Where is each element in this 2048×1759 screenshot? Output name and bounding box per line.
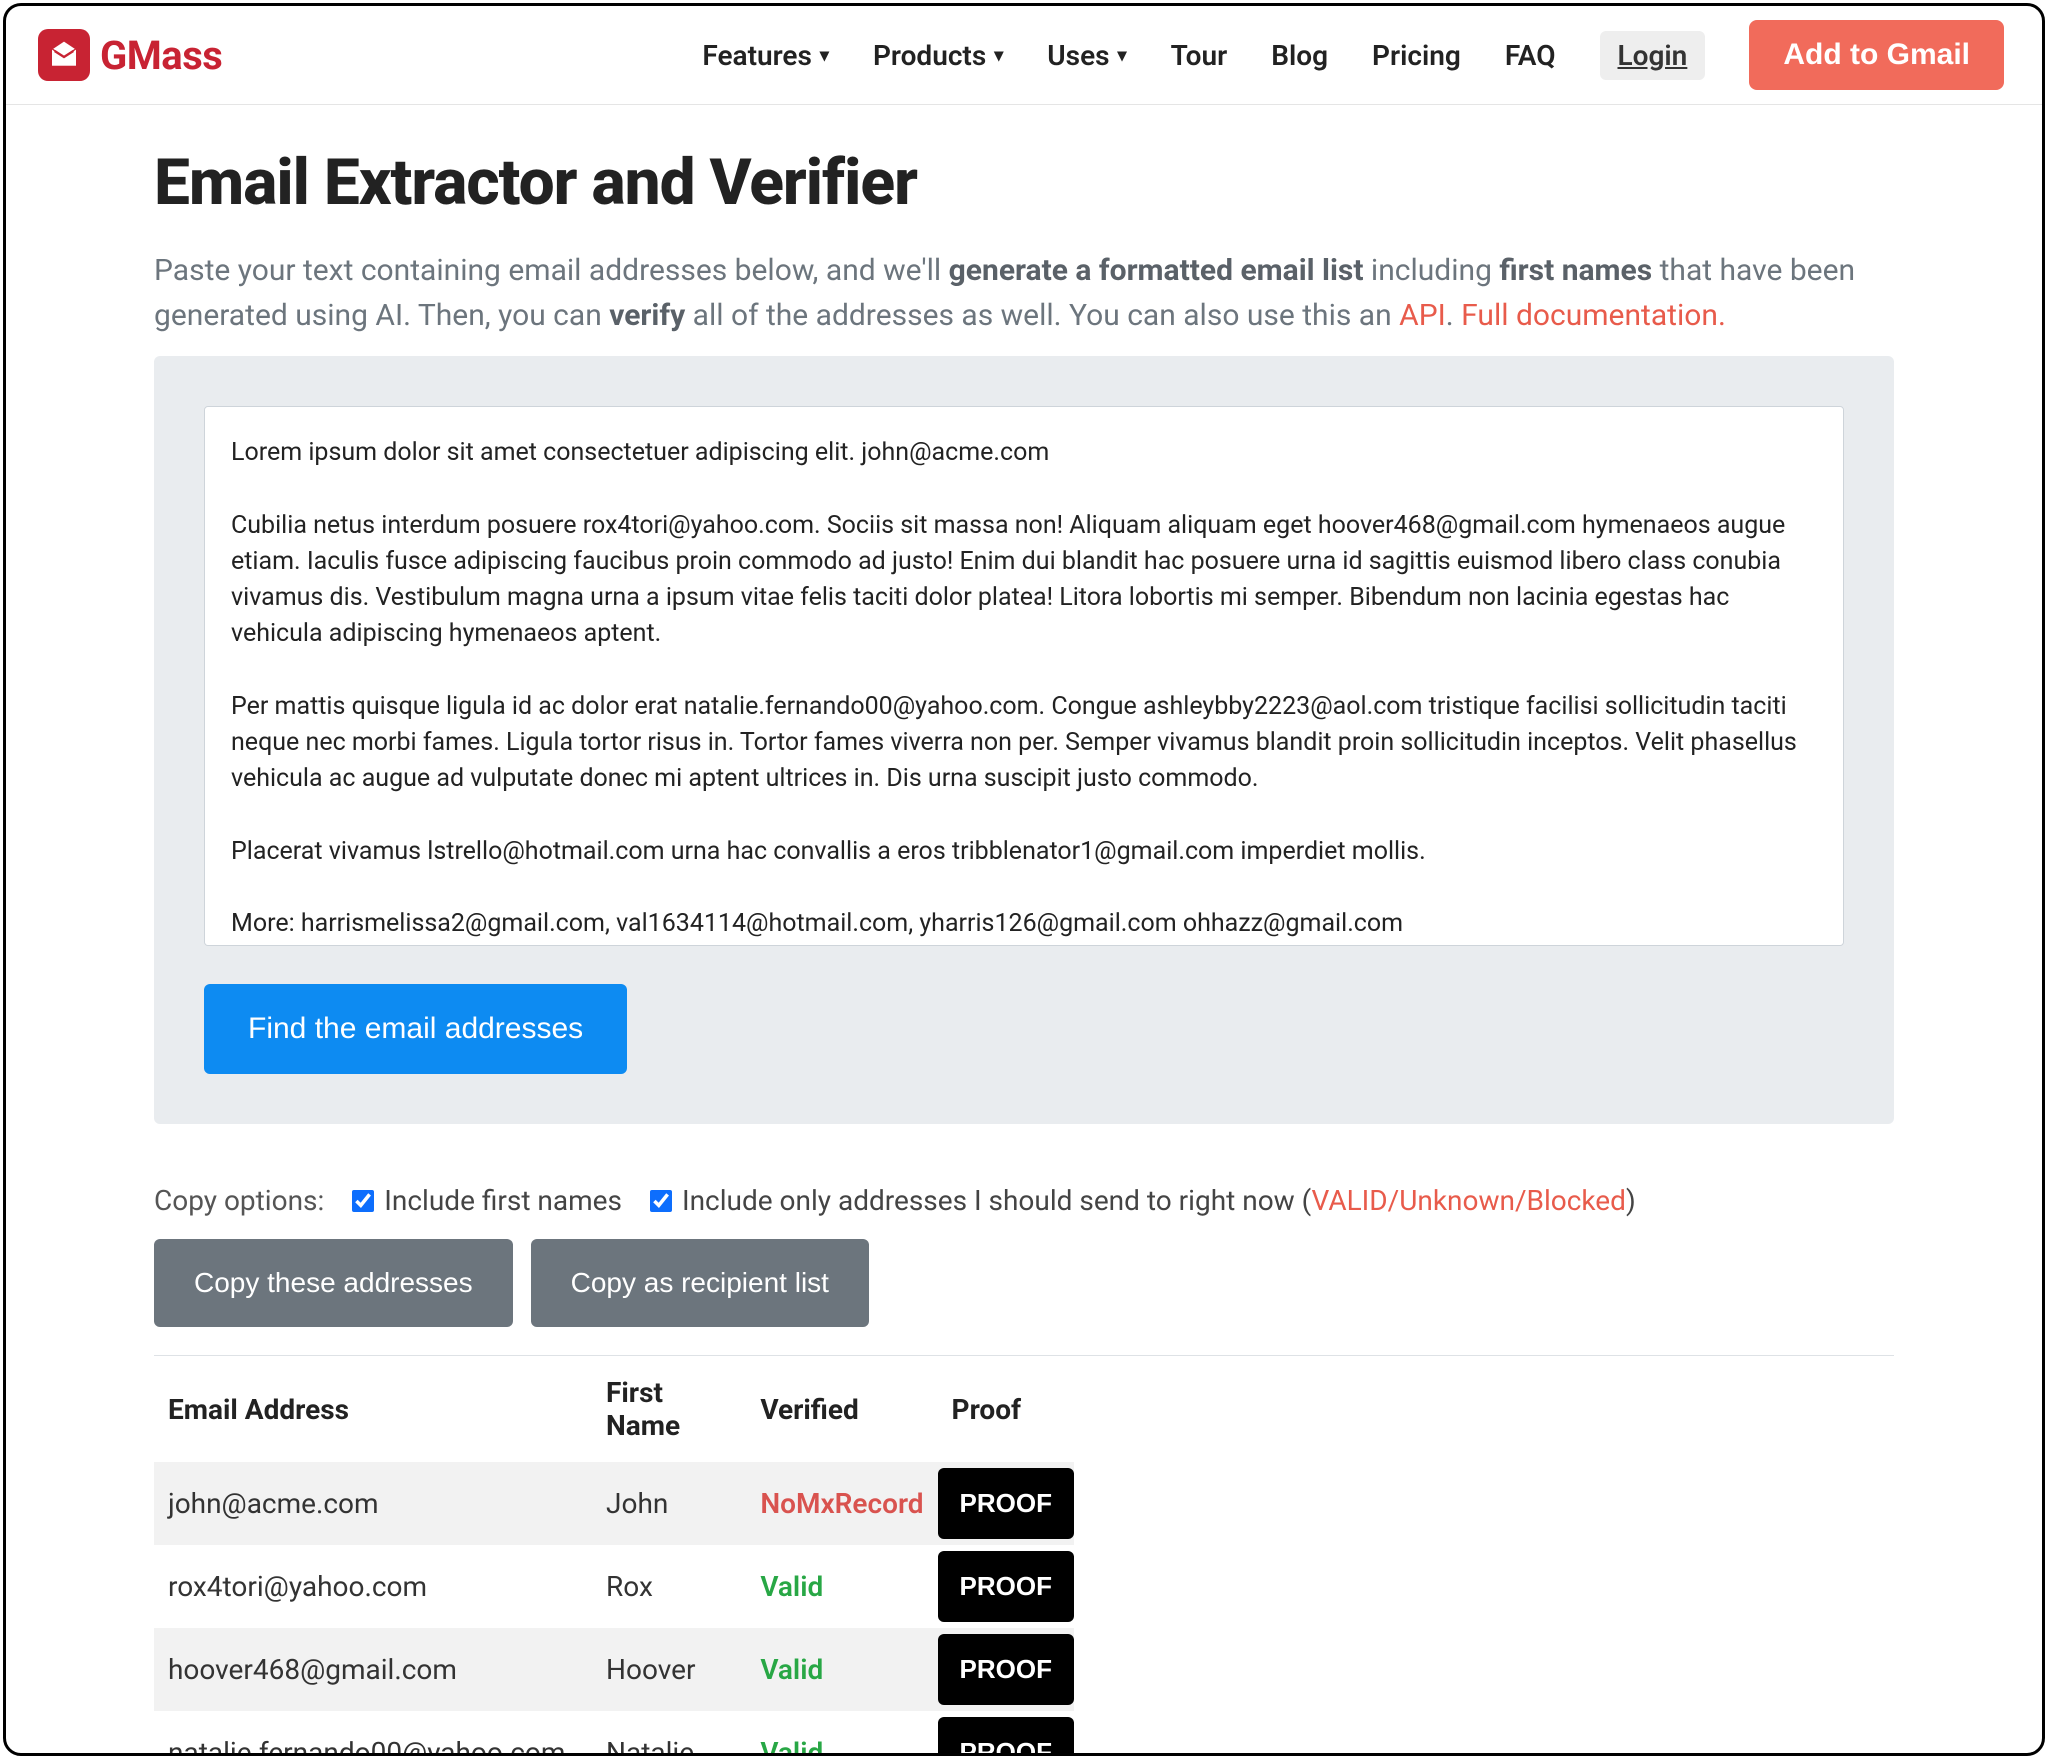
- add-to-gmail-button[interactable]: Add to Gmail: [1749, 20, 2004, 90]
- nav-label: Uses: [1047, 39, 1109, 72]
- proof-button[interactable]: PROOF: [938, 1468, 1074, 1539]
- nav-label: Products: [873, 39, 986, 72]
- cell-email: hoover468@gmail.com: [154, 1628, 592, 1711]
- nav-blog[interactable]: Blog: [1271, 39, 1328, 72]
- cell-first-name: Natalie: [592, 1711, 746, 1756]
- intro-part: Paste your text containing email address…: [154, 253, 949, 288]
- api-link[interactable]: API: [1399, 298, 1446, 333]
- proof-button[interactable]: PROOF: [938, 1634, 1074, 1705]
- intro-bold: first names: [1499, 253, 1652, 288]
- chevron-down-icon: ▾: [1118, 45, 1127, 66]
- include-first-names-option[interactable]: Include first names: [352, 1184, 622, 1217]
- logo[interactable]: GMass: [38, 29, 222, 81]
- text-input[interactable]: [204, 406, 1844, 946]
- page-title: Email Extractor and Verifier: [154, 145, 1894, 220]
- intro-text: Paste your text containing email address…: [154, 248, 1894, 338]
- find-addresses-button[interactable]: Find the email addresses: [204, 984, 627, 1074]
- cell-proof: PROOF: [938, 1711, 1074, 1756]
- col-first-name: First Name: [592, 1356, 746, 1462]
- input-panel: Find the email addresses: [154, 356, 1894, 1124]
- cell-verified: Valid: [746, 1545, 937, 1628]
- login-button[interactable]: Login: [1600, 31, 1706, 80]
- intro-part: .: [1446, 298, 1461, 333]
- logo-icon: [38, 29, 90, 81]
- intro-part: all of the addresses as well. You can al…: [685, 298, 1399, 333]
- proof-button[interactable]: PROOF: [938, 1717, 1074, 1756]
- cell-verified: Valid: [746, 1628, 937, 1711]
- chevron-down-icon: ▾: [994, 45, 1003, 66]
- nav-label: Features: [702, 39, 812, 72]
- opt2-vub: VALID/Unknown/Blocked: [1312, 1184, 1626, 1217]
- docs-link[interactable]: Full documentation.: [1461, 298, 1726, 333]
- nav-pricing[interactable]: Pricing: [1372, 39, 1461, 72]
- cell-first-name: Hoover: [592, 1628, 746, 1711]
- copy-buttons-row: Copy these addresses Copy as recipient l…: [154, 1239, 1894, 1327]
- copy-addresses-button[interactable]: Copy these addresses: [154, 1239, 513, 1327]
- checkbox-label: Include only addresses I should send to …: [682, 1184, 1636, 1217]
- table-row: hoover468@gmail.comHooverValidPROOF: [154, 1628, 1074, 1711]
- intro-bold: verify: [609, 298, 685, 333]
- cell-proof: PROOF: [938, 1462, 1074, 1545]
- nav-label: Blog: [1271, 39, 1328, 72]
- cell-email: natalie.fernando00@yahoo.com: [154, 1711, 592, 1756]
- col-email: Email Address: [154, 1356, 592, 1462]
- nav-faq[interactable]: FAQ: [1505, 39, 1556, 72]
- cell-first-name: Rox: [592, 1545, 746, 1628]
- cell-proof: PROOF: [938, 1628, 1074, 1711]
- chevron-down-icon: ▾: [820, 45, 829, 66]
- include-valid-only-option[interactable]: Include only addresses I should send to …: [650, 1184, 1636, 1217]
- nav-products[interactable]: Products ▾: [873, 39, 1003, 72]
- copy-options-label: Copy options:: [154, 1184, 324, 1217]
- opt2-pre: Include only addresses I should send to …: [682, 1184, 1312, 1217]
- include-first-names-checkbox[interactable]: [352, 1190, 374, 1212]
- cell-email: john@acme.com: [154, 1462, 592, 1545]
- nav-features[interactable]: Features ▾: [702, 39, 829, 72]
- logo-text: GMass: [100, 32, 222, 79]
- checkbox-label: Include first names: [384, 1184, 622, 1217]
- nav-label: Pricing: [1372, 39, 1461, 72]
- table-row: natalie.fernando00@yahoo.comNatalieValid…: [154, 1711, 1074, 1756]
- nav: Features ▾ Products ▾ Uses ▾ Tour Blog Pricing FA…: [702, 20, 2004, 90]
- include-valid-only-checkbox[interactable]: [650, 1190, 672, 1212]
- header: GMass Features ▾ Products ▾ Uses ▾ Tour Blog Pri…: [6, 6, 2042, 105]
- cell-verified: NoMxRecord: [746, 1462, 937, 1545]
- opt2-post: ): [1626, 1184, 1636, 1217]
- cell-verified: Valid: [746, 1711, 937, 1756]
- copy-recipient-list-button[interactable]: Copy as recipient list: [531, 1239, 869, 1327]
- nav-label: Tour: [1171, 39, 1228, 72]
- results-table-wrap: Email Address First Name Verified Proof …: [154, 1355, 1894, 1756]
- cell-email: rox4tori@yahoo.com: [154, 1545, 592, 1628]
- nav-uses[interactable]: Uses ▾: [1047, 39, 1126, 72]
- intro-part: including: [1363, 253, 1499, 288]
- table-row: john@acme.comJohnNoMxRecordPROOF: [154, 1462, 1074, 1545]
- proof-button[interactable]: PROOF: [938, 1551, 1074, 1622]
- table-row: rox4tori@yahoo.comRoxValidPROOF: [154, 1545, 1074, 1628]
- intro-bold: generate a formatted email list: [949, 253, 1364, 288]
- results-table: Email Address First Name Verified Proof …: [154, 1356, 1074, 1756]
- cell-first-name: John: [592, 1462, 746, 1545]
- nav-tour[interactable]: Tour: [1171, 39, 1228, 72]
- col-proof: Proof: [938, 1356, 1074, 1462]
- col-verified: Verified: [746, 1356, 937, 1462]
- nav-label: FAQ: [1505, 39, 1556, 72]
- cell-proof: PROOF: [938, 1545, 1074, 1628]
- copy-options-row: Copy options: Include first names Includ…: [154, 1184, 1894, 1217]
